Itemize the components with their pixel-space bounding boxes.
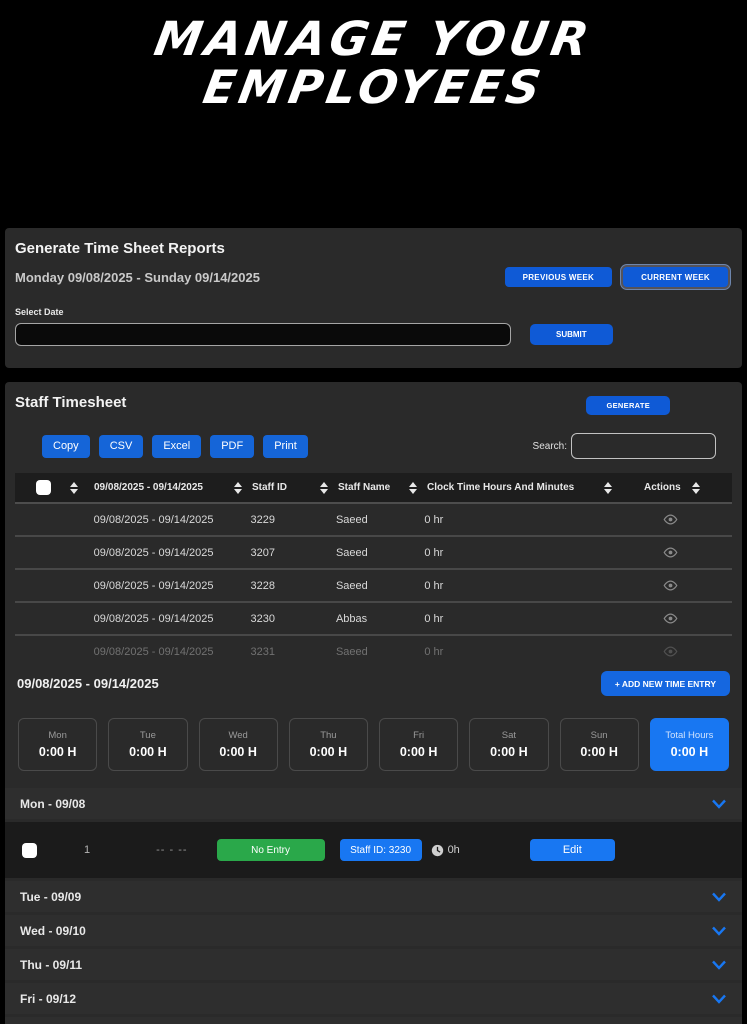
- search-input[interactable]: [571, 433, 716, 459]
- accordion-mon[interactable]: Mon - 09/08: [5, 788, 742, 819]
- export-copy-button[interactable]: Copy: [42, 435, 90, 458]
- edit-entry-button[interactable]: Edit: [530, 839, 615, 861]
- view-eye-icon[interactable]: [663, 547, 678, 558]
- table-row: 09/08/2025 - 09/14/2025 3207 Saeed 0 hr: [15, 537, 732, 570]
- chevron-down-icon[interactable]: [711, 892, 727, 902]
- previous-week-button[interactable]: PREVIOUS WEEK: [505, 267, 612, 287]
- search-label: Search:: [533, 441, 567, 452]
- sort-icon[interactable]: [692, 482, 700, 494]
- no-entry-badge: No Entry: [217, 839, 325, 861]
- accordion-tue[interactable]: Tue - 09/09: [5, 881, 742, 912]
- entry-duration: 0h: [448, 844, 460, 856]
- clock-icon: [431, 844, 444, 857]
- sort-icon[interactable]: [70, 482, 78, 494]
- chevron-down-icon[interactable]: [711, 960, 727, 970]
- view-eye-icon[interactable]: [663, 514, 678, 525]
- view-eye-icon[interactable]: [663, 613, 678, 624]
- chevron-down-icon[interactable]: [711, 799, 727, 809]
- table-row: 09/08/2025 - 09/14/2025 3230 Abbas 0 hr: [15, 603, 732, 636]
- export-print-button[interactable]: Print: [263, 435, 308, 458]
- accordion-sat[interactable]: Sat - 09/13: [5, 1017, 742, 1024]
- staff-id-badge: Staff ID: 3230: [340, 839, 422, 861]
- entry-checkbox[interactable]: [22, 843, 37, 858]
- timesheet-table: 09/08/2025 - 09/14/2025 Staff ID Staff N…: [15, 473, 732, 661]
- column-header-date[interactable]: 09/08/2025 - 09/14/2025: [88, 482, 252, 494]
- week-detail-heading: 09/08/2025 - 09/14/2025: [17, 676, 159, 691]
- table-row: 09/08/2025 - 09/14/2025 3228 Saeed 0 hr: [15, 570, 732, 603]
- day-card-fri: Fri 0:00 H: [379, 718, 458, 771]
- day-card-total-hours: Total Hours 0:00 H: [650, 718, 729, 771]
- sort-icon[interactable]: [604, 482, 612, 494]
- entry-time-range: -- - --: [156, 844, 187, 856]
- day-card-mon: Mon 0:00 H: [18, 718, 97, 771]
- export-csv-button[interactable]: CSV: [99, 435, 144, 458]
- table-header-row: 09/08/2025 - 09/14/2025 Staff ID Staff N…: [15, 473, 732, 504]
- current-week-button[interactable]: CURRENT WEEK: [623, 267, 728, 287]
- day-card-sun: Sun 0:00 H: [560, 718, 639, 771]
- accordion-fri[interactable]: Fri - 09/12: [5, 983, 742, 1014]
- report-panel-title: Generate Time Sheet Reports: [15, 240, 732, 257]
- table-row: 09/08/2025 - 09/14/2025 3229 Saeed 0 hr: [15, 504, 732, 537]
- day-accordions: Mon - 09/08 1 -- - -- No Entry Staff ID:…: [5, 788, 742, 1024]
- view-eye-icon[interactable]: [663, 646, 678, 657]
- table-body: 09/08/2025 - 09/14/2025 3229 Saeed 0 hr …: [15, 504, 732, 661]
- timesheet-title: Staff Timesheet: [15, 394, 126, 411]
- chevron-down-icon[interactable]: [711, 926, 727, 936]
- column-header-staff-name[interactable]: Staff Name: [338, 482, 427, 494]
- sort-icon[interactable]: [234, 482, 242, 494]
- day-card-tue: Tue 0:00 H: [108, 718, 187, 771]
- hero-title-line1: MANAGE YOUR: [151, 16, 596, 64]
- select-date-input[interactable]: [15, 323, 511, 346]
- week-range-text: Monday 09/08/2025 - Sunday 09/14/2025: [15, 270, 260, 285]
- time-entry-row: 1 -- - -- No Entry Staff ID: 3230 0h Edi…: [5, 822, 742, 878]
- day-summary-cards: Mon 0:00 H Tue 0:00 H Wed 0:00 H Thu 0:0…: [15, 718, 732, 771]
- sort-icon[interactable]: [320, 482, 328, 494]
- export-excel-button[interactable]: Excel: [152, 435, 201, 458]
- table-row: 09/08/2025 - 09/14/2025 3231 Saeed 0 hr: [15, 636, 732, 661]
- day-card-thu: Thu 0:00 H: [289, 718, 368, 771]
- submit-button[interactable]: SUBMIT: [530, 324, 613, 345]
- chevron-down-icon[interactable]: [711, 994, 727, 1004]
- add-time-entry-button[interactable]: + ADD NEW TIME ENTRY: [601, 671, 730, 696]
- sort-icon[interactable]: [409, 482, 417, 494]
- report-panel: Generate Time Sheet Reports Monday 09/08…: [5, 228, 742, 368]
- hero-banner: MANAGE YOUR EMPLOYEES: [0, 0, 747, 225]
- accordion-wed[interactable]: Wed - 09/10: [5, 915, 742, 946]
- day-card-wed: Wed 0:00 H: [199, 718, 278, 771]
- hero-title-line2: EMPLOYEES: [200, 64, 548, 111]
- select-all-checkbox[interactable]: [36, 480, 51, 495]
- column-header-staff-id[interactable]: Staff ID: [252, 482, 338, 494]
- view-eye-icon[interactable]: [663, 580, 678, 591]
- entry-index: 1: [84, 844, 90, 856]
- accordion-thu[interactable]: Thu - 09/11: [5, 949, 742, 980]
- select-date-label: Select Date: [15, 307, 732, 317]
- generate-button[interactable]: GENERATE: [586, 396, 670, 415]
- export-pdf-button[interactable]: PDF: [210, 435, 254, 458]
- column-header-actions[interactable]: Actions: [622, 482, 732, 494]
- timesheet-panel: Staff Timesheet GENERATE Copy CSV Excel …: [5, 382, 742, 1024]
- column-header-clock-time[interactable]: Clock Time Hours And Minutes: [427, 482, 622, 494]
- day-card-sat: Sat 0:00 H: [469, 718, 548, 771]
